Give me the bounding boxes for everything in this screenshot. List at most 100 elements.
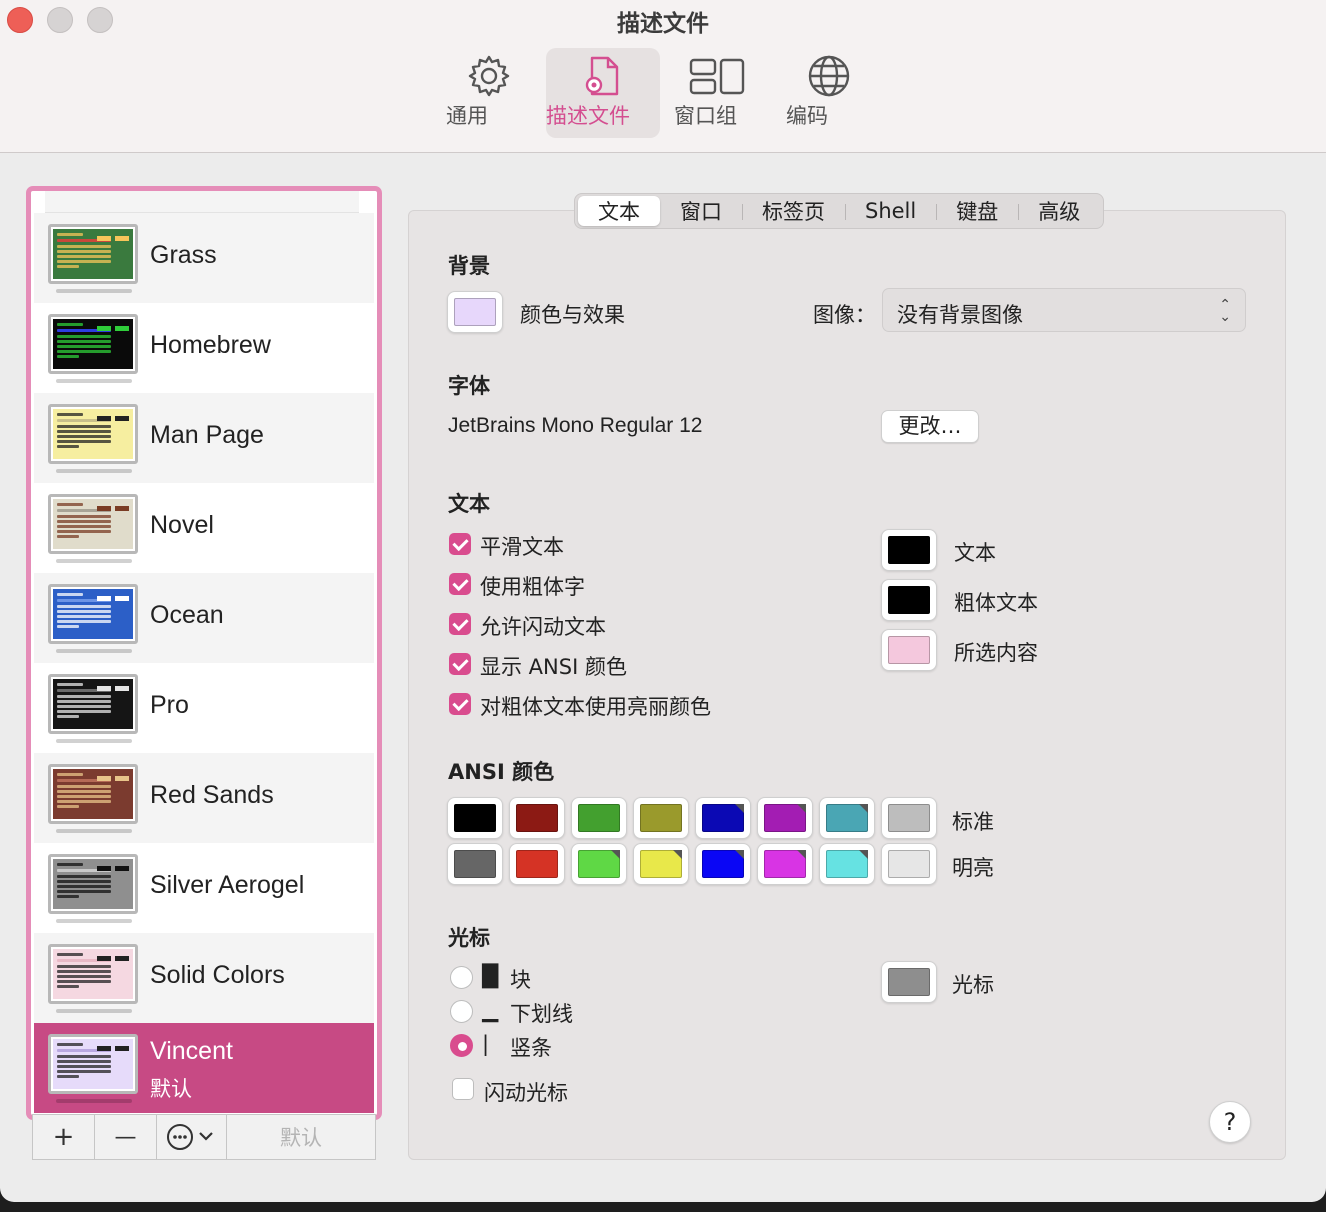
profile-list-item[interactable]: Novel (34, 483, 374, 573)
tab-shell[interactable]: Shell (845, 196, 938, 226)
ansi-normal-swatch[interactable] (695, 797, 751, 839)
tab-window[interactable]: 窗口 (660, 196, 743, 226)
tab-keyboard-label: 键盘 (956, 200, 999, 224)
ansi-bright-swatch[interactable] (819, 843, 875, 885)
text-color-swatch[interactable] (881, 579, 937, 621)
ansi-color-fill (516, 850, 558, 878)
profile-list-item[interactable]: Pro (34, 663, 374, 753)
profile-thumbnail (48, 764, 138, 824)
cursor-style-radio[interactable] (450, 1000, 473, 1023)
background-image-select[interactable]: 没有背景图像 ⌃ ⌄ (882, 288, 1246, 332)
background-color-swatch[interactable] (447, 291, 503, 333)
text-color-label: 粗体文本 (954, 591, 1038, 615)
ansi-normal-swatch[interactable] (633, 797, 689, 839)
thumbnail-shadow (56, 739, 132, 743)
ansi-bright-swatch[interactable] (695, 843, 751, 885)
change-font-button[interactable]: 更改… (881, 410, 979, 443)
profile-list-item[interactable]: Red Sands (34, 753, 374, 843)
text-color-label: 所选内容 (954, 641, 1038, 665)
profile-list-item[interactable]: Man Page (34, 393, 374, 483)
thumbnail-shadow (56, 379, 132, 383)
profile-thumbnail (48, 1034, 138, 1094)
profile-list-item[interactable]: Solid Colors (34, 933, 374, 1023)
cursor-style-glyph: | (482, 1032, 490, 1056)
ansi-normal-swatch[interactable] (819, 797, 875, 839)
tab-window-label: 窗口 (680, 200, 722, 224)
swatch-corner-mark (797, 804, 806, 813)
text-option-checkbox[interactable] (449, 613, 471, 635)
font-value: JetBrains Mono Regular 12 (448, 414, 703, 437)
text-option-checkbox[interactable] (449, 533, 471, 555)
toolbar: 描述文件 通用 描述文件 窗口组 编码 (0, 0, 1326, 153)
swatch-corner-mark (611, 850, 620, 859)
more-actions-menu[interactable] (157, 1115, 227, 1159)
profile-name: Ocean (150, 601, 224, 629)
image-label: 图像： (813, 303, 876, 327)
profile-list-item[interactable]: Vincent 默认 (34, 1023, 374, 1113)
swatch-corner-mark (859, 804, 868, 813)
text-option-checkbox[interactable] (449, 693, 471, 715)
ansi-bright-swatch[interactable] (571, 843, 627, 885)
ansi-bright-swatch[interactable] (881, 843, 937, 885)
profile-default-badge: 默认 (150, 1077, 192, 1101)
swatch-corner-mark (797, 850, 806, 859)
ansi-bright-swatch[interactable] (633, 843, 689, 885)
background-image-value: 没有背景图像 (897, 303, 1023, 327)
toolbar-general[interactable]: 通用 (446, 48, 532, 138)
ansi-color-fill (888, 804, 930, 832)
thumbnail-shadow (56, 1099, 132, 1103)
remove-profile-button[interactable]: — (95, 1115, 157, 1159)
ansi-bright-swatch[interactable] (509, 843, 565, 885)
background-heading: 背景 (448, 254, 490, 278)
tab-keyboard[interactable]: 键盘 (936, 196, 1020, 226)
toolbar-profiles[interactable]: 描述文件 (546, 48, 660, 138)
text-color-swatch[interactable] (881, 629, 937, 671)
document-gear-icon (585, 56, 619, 96)
profile-thumbnail (48, 674, 138, 734)
cursor-style-glyph: ▁ (482, 998, 499, 1022)
profile-list-item[interactable]: Ocean (34, 573, 374, 663)
thumbnail-shadow (56, 469, 132, 473)
ansi-normal-swatch[interactable] (447, 797, 503, 839)
text-option-checkbox[interactable] (449, 573, 471, 595)
profile-list-item[interactable]: Grass (34, 213, 374, 303)
text-option-label: 使用粗体字 (480, 575, 585, 599)
ansi-normal-swatch[interactable] (757, 797, 813, 839)
thumbnail-shadow (56, 649, 132, 653)
cursor-style-radio[interactable] (450, 1034, 473, 1057)
tab-advanced[interactable]: 高级 (1018, 196, 1100, 226)
toolbar-window-groups[interactable]: 窗口组 (674, 48, 760, 138)
ansi-heading: ANSI 颜色 (448, 760, 555, 784)
ansi-color-fill (888, 850, 930, 878)
profile-name: Vincent (150, 1037, 233, 1065)
blink-cursor-checkbox[interactable] (452, 1078, 474, 1100)
color-effects-label: 颜色与效果 (520, 303, 625, 327)
toolbar-encodings[interactable]: 编码 (786, 48, 872, 138)
ansi-normal-swatch[interactable] (509, 797, 565, 839)
cursor-style-label: 竖条 (510, 1036, 552, 1060)
text-color-swatch[interactable] (881, 529, 937, 571)
profile-list[interactable]: Grass Homebrew Man Page Novel Ocean Pro … (26, 186, 382, 1120)
tab-text[interactable]: 文本 (578, 196, 660, 226)
ansi-color-fill (454, 804, 496, 832)
cursor-color-swatch[interactable] (881, 961, 937, 1003)
ansi-bright-swatch[interactable] (757, 843, 813, 885)
add-profile-button[interactable]: + (33, 1115, 95, 1159)
cursor-style-radio[interactable] (450, 966, 473, 989)
help-button[interactable]: ? (1209, 1101, 1251, 1143)
profile-thumbnail (48, 944, 138, 1004)
text-option-checkbox[interactable] (449, 653, 471, 675)
profile-list-item[interactable]: Silver Aerogel (34, 843, 374, 933)
tab-tabs[interactable]: 标签页 (742, 196, 846, 226)
profile-name: Solid Colors (150, 961, 285, 989)
profile-name: Silver Aerogel (150, 871, 305, 899)
profile-list-item[interactable]: Homebrew (34, 303, 374, 393)
text-color-fill (888, 536, 930, 564)
tab-shell-label: Shell (865, 199, 917, 223)
ansi-normal-swatch[interactable] (881, 797, 937, 839)
toolbar-general-label: 通用 (446, 104, 488, 128)
set-default-button[interactable]: 默认 (227, 1115, 375, 1159)
ansi-bright-swatch[interactable] (447, 843, 503, 885)
chevron-up-down-icon: ⌃ ⌄ (1219, 297, 1231, 325)
ansi-normal-swatch[interactable] (571, 797, 627, 839)
